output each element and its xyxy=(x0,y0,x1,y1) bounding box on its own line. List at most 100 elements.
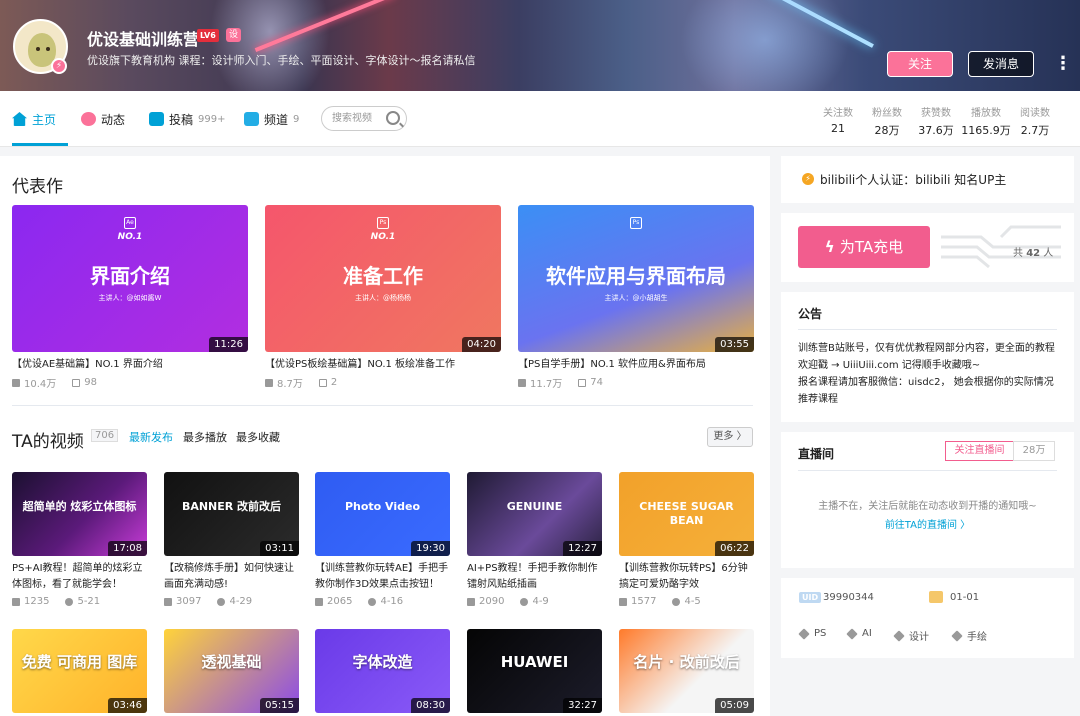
follow-live-button[interactable]: 关注直播间 xyxy=(945,441,1014,461)
duration: 03:11 xyxy=(260,541,299,556)
clock-icon xyxy=(520,597,529,606)
stat-fans[interactable]: 粉丝数 28万 xyxy=(866,104,908,138)
tab-dynamic[interactable]: 动态 xyxy=(81,109,125,129)
video-thumbnail[interactable]: 透视基础 05:15 xyxy=(164,629,299,713)
tab-most-favorited[interactable]: 最多收藏 xyxy=(236,429,280,445)
stat-label: 播放数 xyxy=(971,108,1001,119)
message-button[interactable]: 发消息 xyxy=(968,51,1034,77)
lightning-icon: ϟ xyxy=(824,238,840,256)
video-card[interactable]: 透视基础 05:15 xyxy=(164,629,299,713)
video-thumbnail[interactable]: HUAWEI 32:27 xyxy=(467,629,602,713)
tag-icon xyxy=(846,627,858,640)
featured-thumbnail[interactable]: Ae NO.1 界面介绍 主讲人：@如如酱W 11:26 xyxy=(12,205,248,352)
stat-following[interactable]: 关注数 21 xyxy=(818,104,858,135)
featured-video-title[interactable]: 【优设AE基础篇】NO.1 界面介绍 xyxy=(12,357,248,373)
tag-item[interactable]: 手绘 xyxy=(951,628,987,643)
tag-item[interactable]: 设计 xyxy=(893,628,929,643)
featured-video-title[interactable]: 【PS自学手册】NO.1 软件应用&界面布局 xyxy=(518,357,754,373)
tag-item[interactable]: AI xyxy=(846,627,872,640)
featured-card[interactable]: Ps NO.1 准备工作 主讲人：@杨杨杨 04:20 【优设PS板绘基础篇】NO.1 板… xyxy=(265,205,501,390)
thumbnail-text: GENUINE xyxy=(506,500,563,513)
more-videos-button[interactable]: 更多 〉 xyxy=(707,427,753,447)
tab-uploads[interactable]: 投稿 999+ xyxy=(149,109,225,129)
notice-line: 报名课程请加客服微信：uisdc2， 她会根据你的实际情况 xyxy=(798,377,1054,388)
danmaku-icon xyxy=(578,378,587,387)
featured-video-title[interactable]: 【优设PS板绘基础篇】NO.1 板绘准备工作 xyxy=(265,357,501,373)
tab-home[interactable]: 主页 xyxy=(12,109,56,129)
featured-thumbnail[interactable]: Ps 软件应用与界面布局 主讲人：@小胡胡生 03:55 xyxy=(518,205,754,352)
featured-thumbnail[interactable]: Ps NO.1 准备工作 主讲人：@杨杨杨 04:20 xyxy=(265,205,501,352)
tab-channels-count: 9 xyxy=(293,113,300,125)
danmaku-count: 74 xyxy=(590,377,603,388)
section-divider xyxy=(12,405,753,406)
video-card[interactable]: GENUINE 12:27 AI+PS教程！手把手教你制作镭射风贴纸插画 2090 4-… xyxy=(467,472,602,607)
video-thumbnail[interactable]: 超简单的 炫彩立体图标 17:08 xyxy=(12,472,147,556)
stat-label: 获赞数 xyxy=(921,108,951,119)
danmaku-count: 98 xyxy=(84,377,97,388)
search-icon[interactable] xyxy=(386,111,400,125)
featured-card[interactable]: Ps 软件应用与界面布局 主讲人：@小胡胡生 03:55 【PS自学手册】NO.1 软件… xyxy=(518,205,754,390)
play-count-icon xyxy=(315,597,323,606)
uploads-icon xyxy=(149,112,164,126)
follow-button[interactable]: 关注 xyxy=(887,51,953,77)
search-input[interactable]: 搜索视频 xyxy=(321,106,407,131)
video-thumbnail[interactable]: CHEESE SUGAR BEAN 06:22 xyxy=(619,472,754,556)
video-card[interactable]: 免费 可商用 图库 03:46 xyxy=(12,629,147,713)
videos-title: TA的视频 xyxy=(12,432,84,452)
video-title[interactable]: 【训练营教你玩转AE】手把手教你制作3D效果点击按钮！ xyxy=(315,561,450,593)
duration: 03:55 xyxy=(715,337,754,352)
video-card[interactable]: HUAWEI 32:27 xyxy=(467,629,602,713)
notice-line: 训练营B站账号，仅有优优教程网部分内容，更全面的教程 xyxy=(798,343,1055,354)
danmaku-icon xyxy=(72,378,81,387)
video-card[interactable]: 字体改造 08:30 xyxy=(315,629,450,713)
video-thumbnail[interactable]: BANNER 改前改后 03:11 xyxy=(164,472,299,556)
video-thumbnail[interactable]: 字体改造 08:30 xyxy=(315,629,450,713)
tag-icon xyxy=(798,627,810,640)
publish-date: 5-21 xyxy=(77,596,101,607)
video-card[interactable]: BANNER 改前改后 03:11 【改稿修炼手册】如何快速让画面充满动感! 3097… xyxy=(164,472,299,607)
featured-card[interactable]: Ae NO.1 界面介绍 主讲人：@如如酱W 11:26 【优设AE基础篇】NO.1 界面… xyxy=(12,205,248,390)
video-card[interactable]: CHEESE SUGAR BEAN 06:22 【训练营教你玩转PS】6分钟搞定可爱… xyxy=(619,472,754,607)
video-thumbnail[interactable]: 免费 可商用 图库 03:46 xyxy=(12,629,147,713)
level-badge: LV6 xyxy=(197,29,219,42)
duration: 04:20 xyxy=(462,337,501,352)
notice-line: 欢迎戳 → UiiiUiii.com 记得顺手收藏哦~ xyxy=(798,360,981,371)
play-count: 3097 xyxy=(176,596,202,607)
charge-button[interactable]: ϟ 为TA充电 xyxy=(798,226,930,268)
video-title[interactable]: PS+AI教程！超简单的炫彩立体图标，看了就能学会！ xyxy=(12,561,147,593)
duration: 06:22 xyxy=(715,541,754,556)
video-thumbnail[interactable]: GENUINE 12:27 xyxy=(467,472,602,556)
charge-label: 为TA充电 xyxy=(839,238,904,256)
featured-title: 代表作 xyxy=(12,177,63,197)
tag-label: 手绘 xyxy=(967,632,987,643)
video-thumbnail[interactable]: 名片 · 改前改后 05:09 xyxy=(619,629,754,713)
video-title[interactable]: 【训练营教你玩转PS】6分钟搞定可爱奶酪字效 xyxy=(619,561,754,593)
play-count: 1577 xyxy=(631,596,657,607)
notice-line: 推荐课程 xyxy=(798,394,838,405)
duration: 17:08 xyxy=(108,541,147,556)
video-title[interactable]: 【改稿修炼手册】如何快速让画面充满动感! xyxy=(164,561,299,593)
video-card[interactable]: 名片 · 改前改后 05:09 xyxy=(619,629,754,713)
tab-most-played[interactable]: 最多播放 xyxy=(183,429,227,445)
tab-channels[interactable]: 频道 9 xyxy=(244,109,299,129)
more-options-icon[interactable]: ⋮ xyxy=(1054,52,1072,76)
video-title[interactable]: AI+PS教程！手把手教你制作镭射风贴纸插画 xyxy=(467,561,602,593)
danmaku-count: 2 xyxy=(330,377,338,388)
video-thumbnail[interactable]: Photo Video 19:30 xyxy=(315,472,450,556)
play-count: 2090 xyxy=(479,596,505,607)
tab-uploads-count: 999+ xyxy=(198,113,226,125)
tag-item[interactable]: PS xyxy=(798,627,826,640)
stat-label: 关注数 xyxy=(823,108,853,119)
tab-uploads-label: 投稿 xyxy=(169,112,194,127)
tag-label: AI xyxy=(862,628,872,639)
tab-latest[interactable]: 最新发布 xyxy=(129,429,173,445)
search-placeholder: 搜索视频 xyxy=(332,113,372,124)
play-count-icon xyxy=(467,597,475,606)
video-card[interactable]: 超简单的 炫彩立体图标 17:08 PS+AI教程！超简单的炫彩立体图标，看了就能学… xyxy=(12,472,147,607)
thumbnail-text: CHEESE SUGAR BEAN xyxy=(639,500,734,527)
video-card[interactable]: Photo Video 19:30 【训练营教你玩转AE】手把手教你制作3D效果点击… xyxy=(315,472,450,607)
stat-label: 粉丝数 xyxy=(872,108,902,119)
live-room-link[interactable]: 前往TA的直播间 〉 xyxy=(781,516,1074,531)
home-icon xyxy=(12,112,27,126)
thumbnail-text: 超简单的 炫彩立体图标 xyxy=(22,500,137,513)
